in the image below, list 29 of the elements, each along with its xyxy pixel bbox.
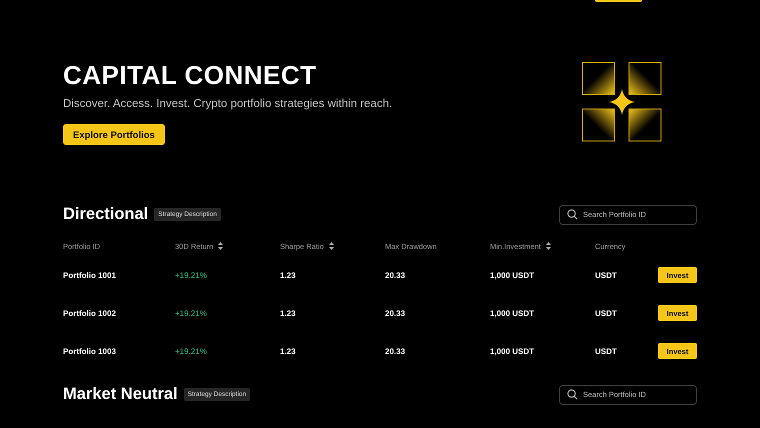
hero-subtitle: Discover. Access. Invest. Crypto portfolio strategies within reach.	[63, 98, 392, 110]
table-cell: Portfolio 1002	[63, 308, 116, 318]
logo-icon	[582, 62, 662, 142]
table-cell: 20.33	[385, 270, 406, 280]
table-cell: 1.23	[280, 270, 296, 280]
table-cell: USDT	[595, 270, 617, 280]
table-cell: USDT	[595, 346, 617, 356]
table-cell: 20.33	[385, 308, 406, 318]
table-cell: Portfolio 1003	[63, 346, 116, 356]
sort-icon[interactable]	[218, 242, 224, 250]
table-cell: Portfolio 1001	[63, 270, 116, 280]
table-cell: +19.21%	[175, 308, 207, 318]
search-icon	[567, 208, 578, 220]
sort-icon[interactable]	[328, 242, 334, 250]
table-cell: 1,000 USDT	[490, 308, 534, 318]
explore-button[interactable]: Explore Portfolios	[63, 124, 165, 145]
table-cell: 1,000 USDT	[490, 270, 534, 280]
table-cell: 1,000 USDT	[490, 346, 534, 356]
table-cell: 1.23	[280, 346, 296, 356]
table-cell: +19.21%	[175, 346, 207, 356]
section-title: Market Neutral	[63, 384, 178, 404]
table-cell: USDT	[595, 308, 617, 318]
table-cell: 1.23	[280, 308, 296, 318]
section-title: Directional	[63, 204, 148, 224]
search-icon	[567, 388, 578, 400]
table-cell: 20.33	[385, 346, 406, 356]
table-cell: +19.21%	[175, 270, 207, 280]
hero-title: CAPITAL CONNECT	[63, 60, 317, 90]
sort-icon[interactable]	[546, 242, 551, 250]
